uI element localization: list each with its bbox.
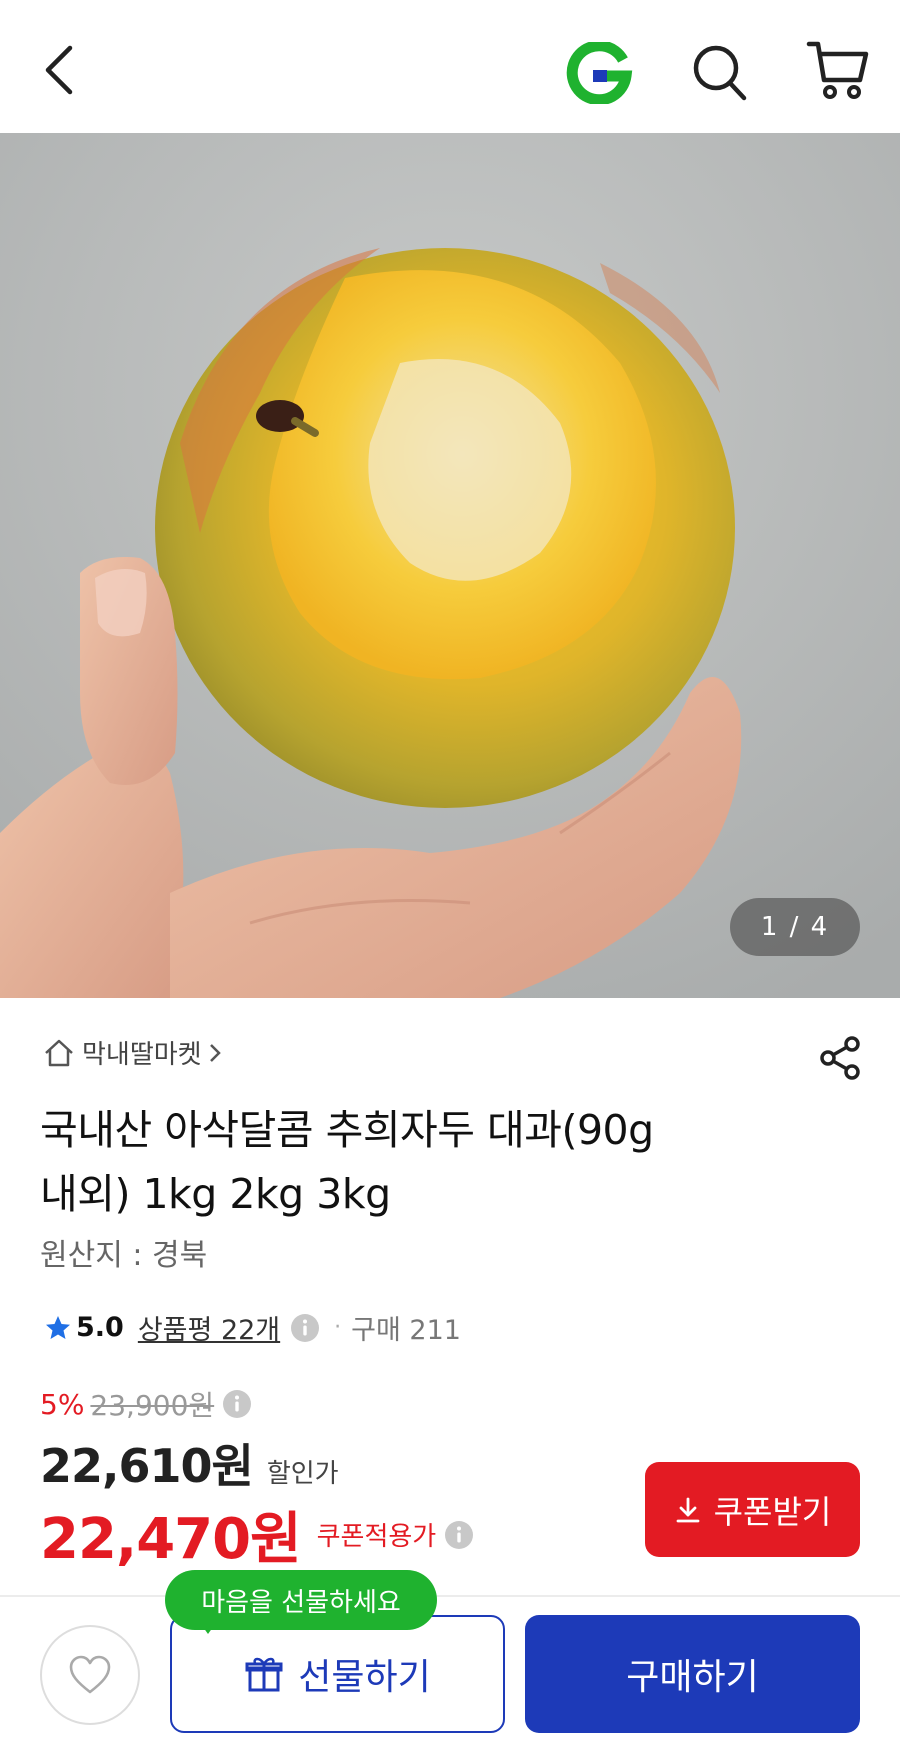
share-button[interactable] [816,1034,864,1082]
product-image-gallery[interactable] [0,133,900,998]
origin-text: 원산지 : 경북 [40,1238,208,1273]
product-title: 국내산 아삭달콤 추희자두 대과(90g 내외) 1kg 2kg 3kg [40,1098,840,1226]
review-count-link[interactable]: 상품평 22개 [138,1308,280,1347]
buy-button[interactable]: 구매하기 [525,1615,860,1733]
sale-price-row: 22,610원 할인가 [40,1430,339,1496]
rating-score: 5.0 [76,1312,124,1343]
gmarket-logo[interactable] [565,40,633,106]
download-icon [676,1497,700,1522]
gift-tooltip-tail [198,1620,218,1634]
home-icon [45,1039,73,1066]
discount-rate: 5% [40,1387,85,1421]
coupon-price-row: 22,470원 쿠폰적용가 [40,1494,474,1575]
coupon-price-label: 쿠폰적용가 [316,1522,437,1552]
rating-row: 5.0 상품평 22개 · 구매 211 [44,1308,461,1347]
get-coupon-button[interactable]: 쿠폰받기 [645,1462,860,1557]
sale-price-label: 할인가 [266,1459,339,1489]
wishlist-button[interactable] [40,1625,140,1725]
separator-dot: · [334,1315,342,1340]
search-button[interactable] [690,40,750,104]
bottom-divider [0,1595,900,1597]
product-title-line2: 내외) 1kg 2kg 3kg [40,1170,391,1218]
cart-icon [806,41,869,99]
info-icon[interactable] [444,1520,474,1550]
coupon-price: 22,470원 [40,1507,302,1572]
search-icon [693,45,747,101]
product-title-line1: 국내산 아삭달콤 추희자두 대과(90g [40,1106,654,1154]
gift-label: 선물하기 [298,1657,431,1698]
share-icon [820,1036,860,1080]
star-icon [46,1315,70,1339]
purchase-count: 구매 211 [351,1315,461,1346]
plum-in-hand-photo [0,133,900,998]
gmarket-g-logo-icon [566,40,633,106]
discount-row: 5% 23,900원 [40,1384,252,1424]
back-button[interactable] [36,40,86,100]
gift-button[interactable]: 선물하기 [170,1615,505,1733]
original-price: 23,900원 [90,1389,215,1422]
info-icon[interactable] [290,1313,320,1343]
seller-name: 막내딸마켓 [82,1040,202,1070]
buy-label: 구매하기 [626,1657,759,1698]
seller-link[interactable]: 막내딸마켓 [42,1034,222,1071]
info-icon[interactable] [222,1389,252,1419]
chevron-left-icon [45,45,73,95]
gift-icon [245,1657,283,1692]
get-coupon-label: 쿠폰받기 [713,1492,832,1531]
top-bar [0,0,900,133]
chevron-right-icon [209,1043,221,1062]
cart-button[interactable] [806,38,870,104]
sale-price: 22,610원 [40,1439,254,1493]
gallery-pager: 1 / 4 [730,898,860,956]
heart-icon [69,1655,111,1694]
